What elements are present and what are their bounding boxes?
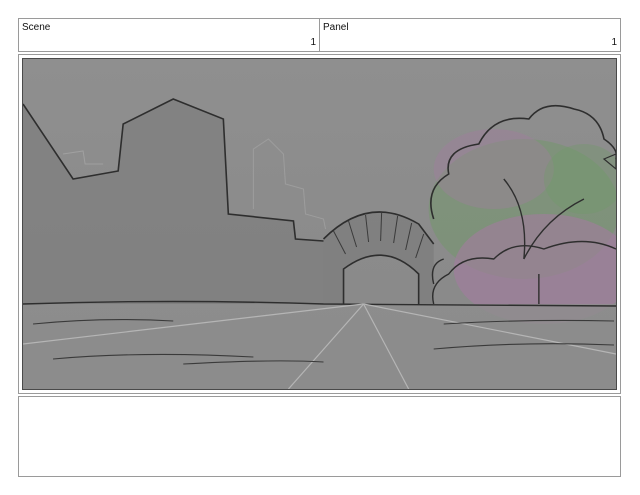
- sketch-canvas[interactable]: [22, 58, 617, 390]
- panel-label: Panel: [323, 22, 349, 33]
- sketch-drawing: [23, 59, 616, 389]
- notes-field[interactable]: [18, 396, 621, 477]
- ground: [23, 304, 616, 389]
- scene-label: Scene: [22, 22, 51, 33]
- tree-foliage-purple-upper: [433, 129, 554, 209]
- panel-field[interactable]: Panel 1: [319, 18, 621, 52]
- storyboard-frame[interactable]: [18, 54, 621, 394]
- scene-field[interactable]: Scene 1: [18, 18, 320, 52]
- panel-number: 1: [611, 37, 617, 48]
- scene-number: 1: [310, 37, 316, 48]
